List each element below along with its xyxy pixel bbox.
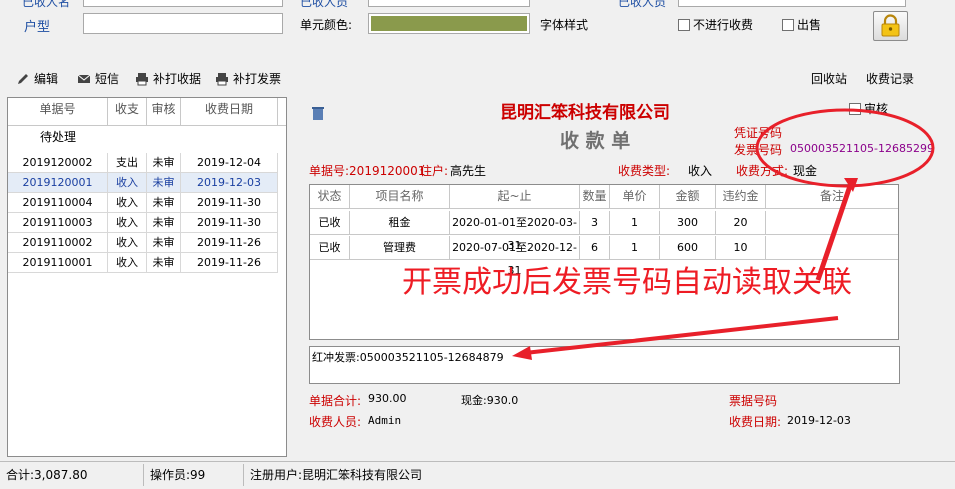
arrow-head (512, 346, 532, 360)
status-bar: 合计:3,087.80 操作员:99 注册用户:昆明汇笨科技有限公司 (0, 461, 955, 489)
status-total: 合计:3,087.80 (6, 468, 88, 482)
status-divider (143, 464, 144, 486)
annotation-text: 开票成功后发票号码自动读取关联 (402, 265, 852, 300)
annotation-overlay (512, 108, 935, 360)
status-registered: 注册用户:昆明汇笨科技有限公司 (250, 468, 423, 482)
highlight-ellipse (755, 108, 935, 188)
status-divider (243, 464, 244, 486)
status-operator: 操作员:99 (150, 468, 206, 482)
arrow-shaft (524, 316, 839, 355)
